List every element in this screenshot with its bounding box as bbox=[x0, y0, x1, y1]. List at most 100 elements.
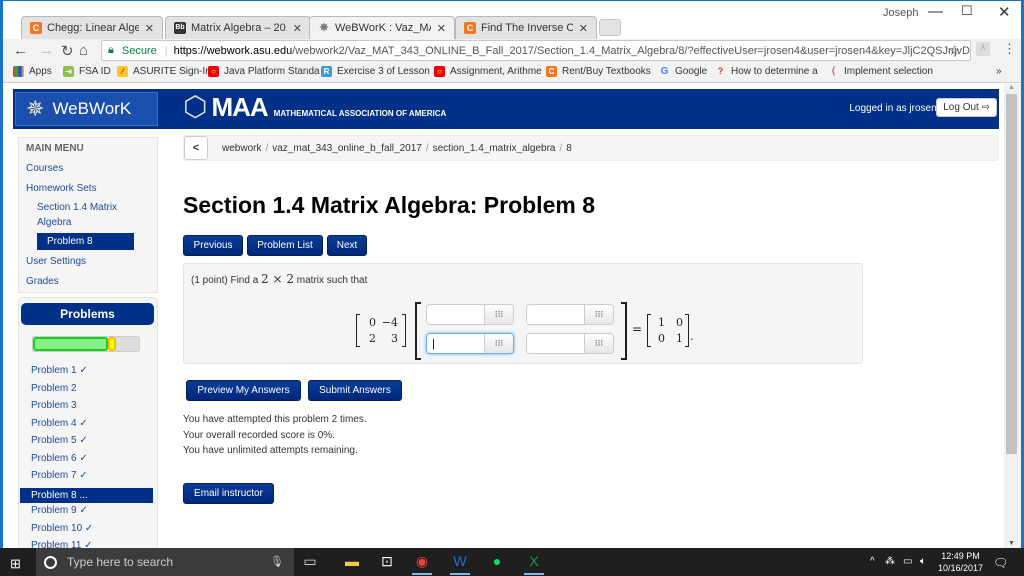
email-instructor-button[interactable]: Email instructor bbox=[183, 483, 274, 504]
bookmark-apps[interactable]: Apps bbox=[13, 66, 52, 77]
forward-icon[interactable]: → bbox=[39, 42, 54, 59]
problem-list-item[interactable]: Problem 6 ✓ bbox=[31, 453, 88, 464]
scrollbar-thumb[interactable] bbox=[1006, 94, 1017, 454]
problem-list-button[interactable]: Problem List bbox=[247, 235, 323, 256]
windows-start-icon[interactable]: ⊞ bbox=[10, 556, 21, 572]
submit-answers-button[interactable]: Submit Answers bbox=[308, 380, 402, 401]
problem-list-item[interactable]: Problem 8 ... bbox=[20, 487, 153, 503]
pdf-extension-icon[interactable]: ⅄ bbox=[976, 42, 990, 56]
close-icon[interactable]: ✕ bbox=[293, 22, 302, 35]
problem-list-item[interactable]: Problem 10 ✓ bbox=[31, 523, 93, 534]
close-icon[interactable]: ✕ bbox=[145, 22, 154, 35]
close-icon[interactable]: ✕ bbox=[437, 22, 446, 35]
more-bookmarks[interactable]: » bbox=[996, 66, 1002, 77]
crumb-course[interactable]: vaz_mat_343_online_b_fall_2017 bbox=[272, 143, 422, 154]
tab-blackboard[interactable]: Bb Matrix Algebra – 2017Fal ✕ bbox=[165, 16, 311, 39]
problem-list-item[interactable]: Problem 9 ✓ bbox=[31, 505, 88, 516]
bookmark-java[interactable]: ○ Java Platform Standa bbox=[208, 66, 320, 77]
chrome-icon[interactable]: ◉ bbox=[412, 553, 432, 575]
task-view-icon[interactable]: ▭ bbox=[300, 553, 320, 570]
bookmark-determine[interactable]: ? How to determine a bbox=[715, 66, 818, 77]
bookmark-fsa[interactable]: ⇥ FSA ID bbox=[63, 66, 111, 77]
maximize-icon[interactable]: ☐ bbox=[961, 3, 973, 19]
menu-homework-sets[interactable]: Homework Sets bbox=[26, 183, 97, 194]
bookmark-google[interactable]: G Google bbox=[659, 66, 708, 77]
answer-input-r1c1[interactable]: ⁝⁝⁝ bbox=[426, 304, 514, 325]
page-content: ✵ WeBWorK ⬡ MAA MATHEMATICAL ASSOCIATION… bbox=[3, 84, 1003, 549]
chegg-icon: C bbox=[546, 66, 557, 77]
close-icon[interactable]: ✕ bbox=[579, 22, 588, 35]
problem-list-item[interactable]: Problem 3 bbox=[31, 400, 77, 411]
bookmark-implement[interactable]: ⟨ Implement selection bbox=[828, 66, 933, 77]
bookmark-textbooks[interactable]: C Rent/Buy Textbooks bbox=[546, 66, 651, 77]
menu-user-settings[interactable]: User Settings bbox=[26, 256, 86, 267]
main-menu: MAIN MENU Courses Homework Sets Section … bbox=[18, 137, 158, 293]
network-icon[interactable]: ⁂ bbox=[885, 556, 895, 567]
taskbar-search[interactable]: Type here to search 🎙︎ bbox=[36, 548, 294, 576]
close-window-icon[interactable]: ✕ bbox=[998, 3, 1011, 21]
webwork-logo[interactable]: ✵ WeBWorK bbox=[15, 92, 158, 126]
home-icon[interactable]: ⌂ bbox=[79, 42, 88, 59]
matrix-entry-grid-icon[interactable]: ⁝⁝⁝ bbox=[584, 305, 613, 324]
bookmark-assignment[interactable]: ○ Assignment, Arithme bbox=[434, 66, 542, 77]
previous-button[interactable]: Previous bbox=[183, 235, 243, 256]
menu-set[interactable]: Section 1.4 Matrix bbox=[37, 202, 117, 213]
problem-list-item[interactable]: Problem 7 ✓ bbox=[31, 470, 88, 481]
tab-chegg-inverse[interactable]: C Find The Inverse Of AB H ✕ bbox=[455, 16, 597, 39]
menu-grades[interactable]: Grades bbox=[26, 276, 59, 287]
bookmark-asurite[interactable]: ⁄ ASURITE Sign-In bbox=[117, 66, 211, 77]
maa-logo[interactable]: ⬡ MAA MATHEMATICAL ASSOCIATION OF AMERIC… bbox=[183, 92, 446, 123]
minimize-icon[interactable]: — bbox=[928, 3, 943, 20]
microphone-icon[interactable]: 🎙︎ bbox=[270, 555, 284, 568]
problem-list-item[interactable]: Problem 2 bbox=[31, 383, 77, 394]
problem-list-item[interactable]: Problem 5 ✓ bbox=[31, 435, 88, 446]
bookmark-star-icon[interactable]: ☆ bbox=[948, 43, 960, 59]
menu-set-cont[interactable]: Algebra bbox=[37, 217, 71, 228]
next-button[interactable]: Next bbox=[327, 235, 367, 256]
preview-answers-button[interactable]: Preview My Answers bbox=[186, 380, 301, 401]
webwork-star-icon: ✵ bbox=[26, 96, 45, 121]
profile-name[interactable]: Joseph bbox=[883, 7, 918, 19]
crumb-set[interactable]: section_1.4_matrix_algebra bbox=[433, 143, 556, 154]
tab-chegg[interactable]: C Chegg: Linear Algebra wi ✕ bbox=[21, 16, 163, 39]
logout-button[interactable]: Log Out ⇨ bbox=[936, 98, 997, 117]
back-icon[interactable]: ← bbox=[13, 42, 28, 59]
matrix-entry-grid-icon[interactable]: ⁝⁝⁝ bbox=[584, 334, 613, 353]
address-bar[interactable]: 🔒︎ Secure | https://webwork.asu.edu/webw… bbox=[101, 40, 971, 61]
scroll-up-icon[interactable]: ▲ bbox=[1008, 84, 1015, 91]
word-icon[interactable]: W bbox=[450, 553, 470, 575]
clock[interactable]: 12:49 PM 10/16/2017 bbox=[938, 550, 983, 574]
menu-courses[interactable]: Courses bbox=[26, 163, 63, 174]
back-button[interactable]: < bbox=[184, 136, 208, 160]
page-scrollbar[interactable]: ▲ ▼ bbox=[1004, 84, 1021, 549]
matrix-entry-grid-icon[interactable]: ⁝⁝⁝ bbox=[484, 334, 513, 353]
answer-bracket-right bbox=[621, 302, 627, 360]
answer-input-r1c2[interactable]: ⁝⁝⁝ bbox=[526, 304, 614, 325]
problem-list-item[interactable]: Problem 4 ✓ bbox=[31, 418, 88, 429]
excel-icon[interactable]: X bbox=[524, 553, 544, 575]
progress-in-progress bbox=[107, 337, 117, 351]
answer-input-r2c1[interactable]: | ⁝⁝⁝ bbox=[426, 333, 514, 354]
reload-icon[interactable]: ↻ bbox=[61, 42, 74, 60]
new-tab-button[interactable] bbox=[599, 19, 621, 36]
spotify-icon[interactable]: ● bbox=[487, 553, 507, 569]
tab-webwork[interactable]: ✵ WeBWorK : Vaz_MAT_343 ✕ bbox=[309, 16, 455, 39]
crumb-webwork[interactable]: webwork bbox=[222, 143, 261, 154]
notifications-icon[interactable]: 🗨︎ bbox=[993, 556, 1008, 570]
file-explorer-icon[interactable]: ▬ bbox=[342, 553, 362, 569]
logged-in-text: Logged in as jrosen4. bbox=[849, 103, 945, 114]
battery-icon[interactable]: ▭ bbox=[903, 556, 912, 567]
matrix-entry-grid-icon[interactable]: ⁝⁝⁝ bbox=[484, 305, 513, 324]
answer-input-r2c2[interactable]: ⁝⁝⁝ bbox=[526, 333, 614, 354]
tray-expand-icon[interactable]: ^ bbox=[870, 556, 875, 567]
store-icon[interactable]: ⊡ bbox=[377, 553, 397, 570]
scroll-down-icon[interactable]: ▼ bbox=[1008, 540, 1015, 547]
problem-list-item[interactable]: Problem 1 ✓ bbox=[31, 365, 88, 376]
menu-current-problem[interactable]: Problem 8 bbox=[37, 233, 134, 250]
bookmark-exercise[interactable]: R Exercise 3 of Lesson bbox=[321, 66, 430, 77]
volume-icon[interactable]: 🔈︎ bbox=[920, 556, 926, 567]
chrome-menu-icon[interactable]: ⋮ bbox=[1003, 41, 1016, 57]
equals-sign: = bbox=[632, 322, 643, 336]
score-text: Your overall recorded score is 0%. bbox=[183, 430, 335, 441]
answer-bracket-left bbox=[415, 302, 421, 360]
